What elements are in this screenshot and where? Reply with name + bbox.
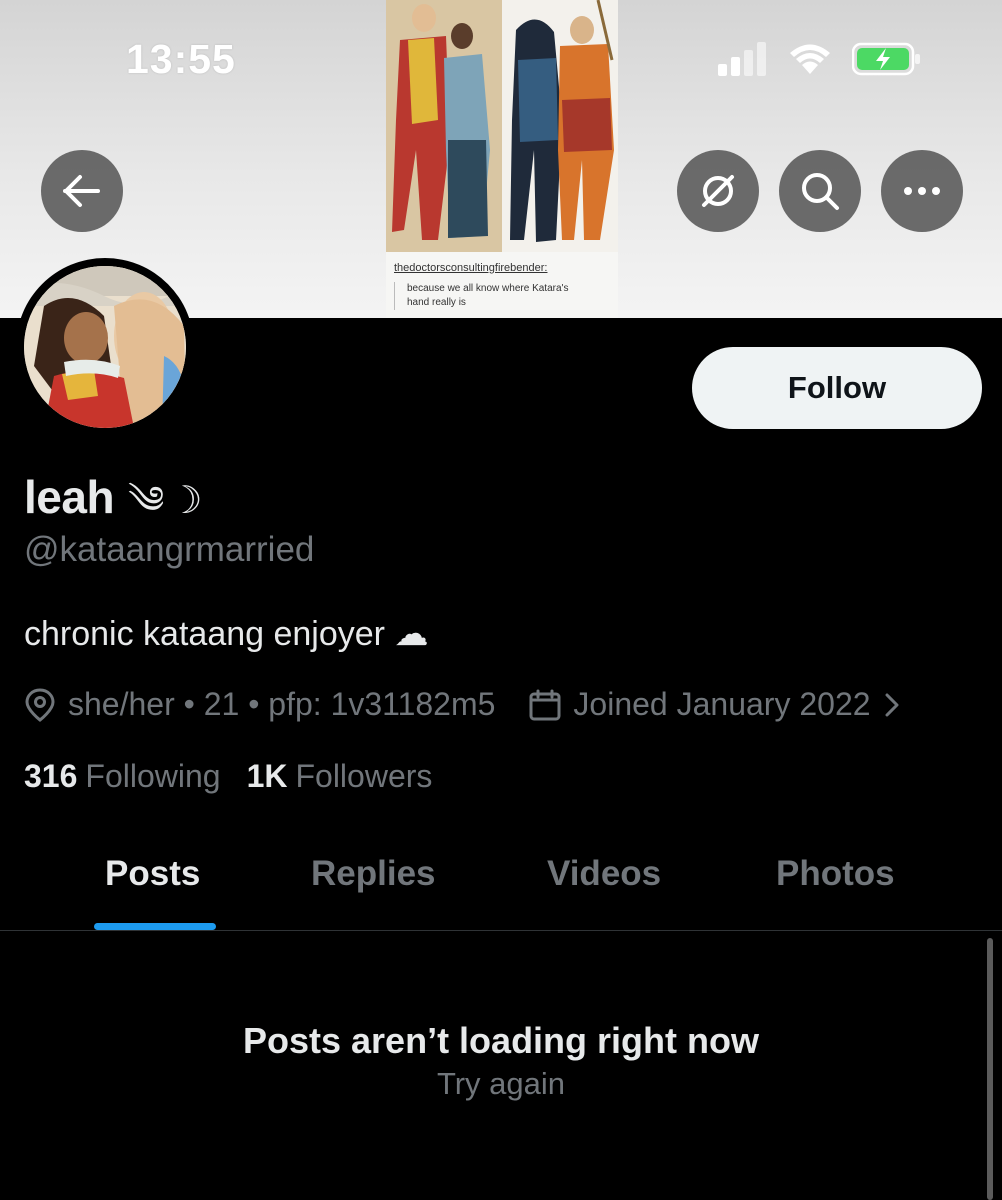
- more-icon: [904, 187, 940, 195]
- location-pin-icon: [24, 687, 56, 722]
- profile-meta: she/her • 21 • pfp: 1v31182m5 Joined Jan…: [24, 686, 899, 723]
- tab-videos[interactable]: Videos: [547, 854, 661, 894]
- following-count: 316: [24, 758, 78, 794]
- bio: chronic kataang enjoyer ☁︎: [24, 615, 429, 653]
- battery-charging-icon: [852, 42, 920, 76]
- more-button[interactable]: [881, 150, 963, 232]
- try-again-link[interactable]: Try again: [0, 1066, 1002, 1102]
- active-tab-indicator: [94, 923, 216, 930]
- wifi-icon: [790, 44, 830, 74]
- calendar-icon: [529, 689, 561, 721]
- location-text: she/her • 21 • pfp: 1v31182m5: [68, 686, 496, 722]
- chevron-right-icon[interactable]: [885, 693, 899, 717]
- search-button[interactable]: [779, 150, 861, 232]
- posts-error-title: Posts aren’t loading right now: [242, 1020, 760, 1061]
- avatar-image: [24, 266, 186, 428]
- following-label: Following: [85, 758, 221, 794]
- following-stat[interactable]: 316 Following: [24, 758, 221, 795]
- profile-tabs: Posts Replies Videos Photos: [0, 840, 1002, 932]
- avatar[interactable]: [16, 258, 194, 436]
- followers-count: 1K: [246, 758, 288, 794]
- grok-icon: [702, 175, 734, 207]
- scrollbar[interactable]: [987, 938, 993, 1200]
- follow-stats: 316 Following 1K Followers: [24, 758, 432, 795]
- status-time: 13:55: [126, 36, 236, 82]
- tabs-divider: [0, 930, 1002, 931]
- back-arrow-icon: [63, 175, 100, 207]
- tab-posts[interactable]: Posts: [105, 854, 200, 894]
- follow-button[interactable]: Follow: [692, 347, 982, 429]
- banner-caption-username: thedoctorsconsultingfirebender:: [394, 262, 548, 274]
- user-handle: @kataangrmarried: [24, 530, 315, 569]
- search-icon: [802, 173, 839, 210]
- cellular-signal-icon: [718, 42, 766, 76]
- tab-photos[interactable]: Photos: [776, 854, 895, 894]
- grok-button[interactable]: [677, 150, 759, 232]
- followers-label: Followers: [295, 758, 433, 794]
- status-icons: [718, 42, 922, 76]
- banner-illustration: [386, 0, 618, 252]
- followers-stat[interactable]: 1K Followers: [247, 758, 433, 795]
- banner-caption-quote: because we all know where Katara's hand …: [394, 282, 617, 310]
- tab-replies[interactable]: Replies: [311, 854, 436, 894]
- joined-date[interactable]: Joined January 2022: [573, 686, 870, 723]
- back-button[interactable]: [41, 150, 123, 232]
- banner-artwork: thedoctorsconsultingfirebender: because …: [386, 0, 618, 318]
- display-name-text: leah: [24, 471, 115, 523]
